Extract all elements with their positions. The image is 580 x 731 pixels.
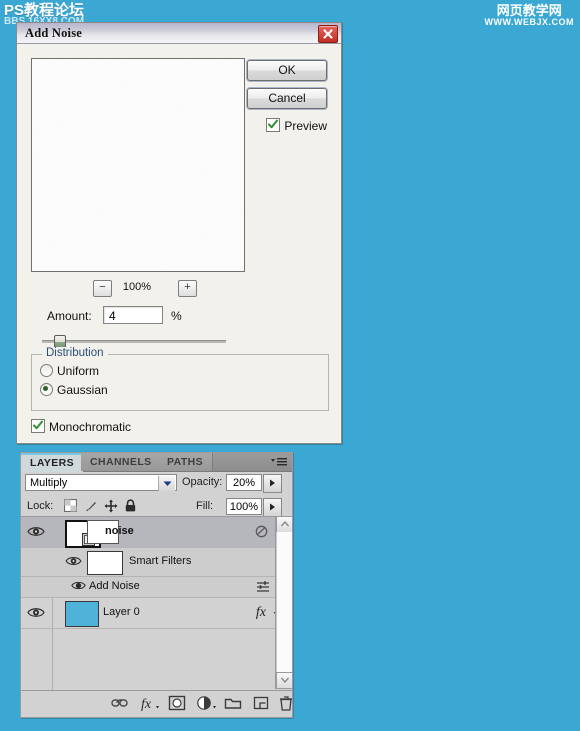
tab-paths[interactable]: PATHS xyxy=(158,453,214,471)
opacity-label: Opacity: xyxy=(182,476,223,488)
visibility-eye-icon[interactable] xyxy=(71,580,89,594)
preview-label: Preview xyxy=(284,119,327,133)
radio-gaussian[interactable]: Gaussian xyxy=(40,381,108,399)
panel-menu-icon[interactable] xyxy=(271,457,287,470)
table-row[interactable]: Smart Filters xyxy=(21,548,292,577)
panel-tabs: LAYERS CHANNELS PATHS xyxy=(21,453,292,473)
amount-row: Amount: 4 % xyxy=(31,306,321,328)
delete-layer-icon[interactable] xyxy=(277,695,299,713)
add-noise-dialog: Add Noise − 100% + Amount: 4 % Distribut… xyxy=(16,22,342,444)
layer-style-fx-icon[interactable]: fx xyxy=(139,695,161,713)
smart-filter-mask-thumbnail[interactable] xyxy=(87,551,123,575)
fill-value[interactable]: 100% xyxy=(226,498,262,515)
amount-label: Amount: xyxy=(47,309,92,323)
lock-row: Lock: Fill: 100% xyxy=(21,496,292,518)
zoom-in-button[interactable]: + xyxy=(178,280,197,297)
layer-name: Layer 0 xyxy=(103,606,140,618)
lock-image-pixels-icon[interactable] xyxy=(84,499,99,514)
watermark-right-main: 网页教学网 xyxy=(496,3,562,18)
svg-text:fx: fx xyxy=(141,697,152,712)
new-layer-icon[interactable] xyxy=(251,695,273,713)
preview-check-indicator xyxy=(266,118,281,132)
fill-stepper-icon[interactable] xyxy=(263,498,282,517)
radio-uniform[interactable]: Uniform xyxy=(40,362,99,380)
distribution-group: Distribution Uniform Gaussian xyxy=(31,347,329,411)
fill-label: Fill: xyxy=(196,500,214,512)
add-layer-mask-icon[interactable] xyxy=(167,695,189,713)
noise-preview[interactable] xyxy=(31,58,245,272)
scroll-down-icon[interactable] xyxy=(276,672,293,689)
blend-mode-value: Multiply xyxy=(30,477,68,489)
dialog-body: − 100% + Amount: 4 % Distribution Unifor… xyxy=(17,44,341,443)
amount-unit-label: % xyxy=(171,309,182,323)
layer-list-scrollbar[interactable] xyxy=(275,516,293,689)
table-row[interactable]: Add Noise xyxy=(21,577,292,598)
monochromatic-label: Monochromatic xyxy=(49,420,132,434)
watermark-right-sub: WWW.WEBJX.COM xyxy=(484,17,574,27)
ok-button[interactable]: OK xyxy=(247,60,327,81)
radio-uniform-label: Uniform xyxy=(57,364,100,378)
preview-checkbox[interactable]: Preview xyxy=(266,118,327,134)
preview-zoom-controls: − 100% + xyxy=(31,280,243,298)
watermark-right: 网页教学网 WWW.WEBJX.COM xyxy=(485,4,575,27)
chevron-down-icon[interactable] xyxy=(158,476,175,491)
scrollbar-track[interactable] xyxy=(276,532,292,673)
lock-all-icon[interactable] xyxy=(124,499,139,514)
distribution-legend: Distribution xyxy=(42,347,108,359)
visibility-eye-icon[interactable] xyxy=(27,606,45,620)
link-layers-icon[interactable] xyxy=(109,695,131,713)
table-row[interactable]: noise xyxy=(21,517,292,548)
radio-gaussian-label: Gaussian xyxy=(57,383,108,397)
scroll-up-icon[interactable] xyxy=(276,516,293,533)
filter-settings-icon[interactable] xyxy=(256,580,270,596)
layer-list: noise Smart Filters Add Noise Layer 0 fx xyxy=(21,516,292,691)
layer-thumbnail[interactable] xyxy=(65,601,99,627)
dialog-title: Add Noise xyxy=(25,26,83,40)
smart-object-indicator-icon[interactable] xyxy=(255,525,268,541)
visibility-eye-icon[interactable] xyxy=(65,555,83,569)
close-icon[interactable] xyxy=(318,25,338,43)
lock-transparency-icon[interactable] xyxy=(64,499,79,514)
opacity-stepper-icon[interactable] xyxy=(263,474,282,493)
fx-icon[interactable]: fx xyxy=(256,605,266,621)
layers-panel: LAYERS CHANNELS PATHS Multiply Opacity: … xyxy=(20,452,293,718)
amount-slider-track xyxy=(42,340,226,343)
lock-position-icon[interactable] xyxy=(104,499,119,514)
opacity-value[interactable]: 20% xyxy=(226,474,262,491)
radio-gaussian-indicator xyxy=(40,383,53,396)
blend-mode-row: Multiply Opacity: 20% xyxy=(21,472,292,496)
dialog-title-bar[interactable]: Add Noise xyxy=(17,23,341,44)
amount-input[interactable]: 4 xyxy=(103,306,163,324)
table-row[interactable]: Layer 0 fx xyxy=(21,598,292,629)
monochromatic-checkbox[interactable]: Monochromatic xyxy=(31,419,131,435)
tab-channels[interactable]: CHANNELS xyxy=(81,453,162,471)
adjustment-layer-icon[interactable] xyxy=(195,695,217,713)
radio-uniform-indicator xyxy=(40,364,53,377)
filter-name: Add Noise xyxy=(89,580,140,592)
layer-name: Smart Filters xyxy=(129,555,192,567)
lock-label: Lock: xyxy=(27,500,54,512)
visibility-eye-icon[interactable] xyxy=(27,525,45,539)
amount-slider[interactable] xyxy=(42,335,226,350)
panel-footer: fx xyxy=(21,691,292,717)
monochromatic-check-indicator xyxy=(31,419,45,433)
blend-mode-select[interactable]: Multiply xyxy=(25,474,177,491)
layer-name: noise xyxy=(105,525,134,537)
cancel-button[interactable]: Cancel xyxy=(247,88,327,109)
tab-layers[interactable]: LAYERS xyxy=(21,453,85,473)
new-group-icon[interactable] xyxy=(223,695,245,713)
zoom-level-label: 100% xyxy=(122,281,152,293)
